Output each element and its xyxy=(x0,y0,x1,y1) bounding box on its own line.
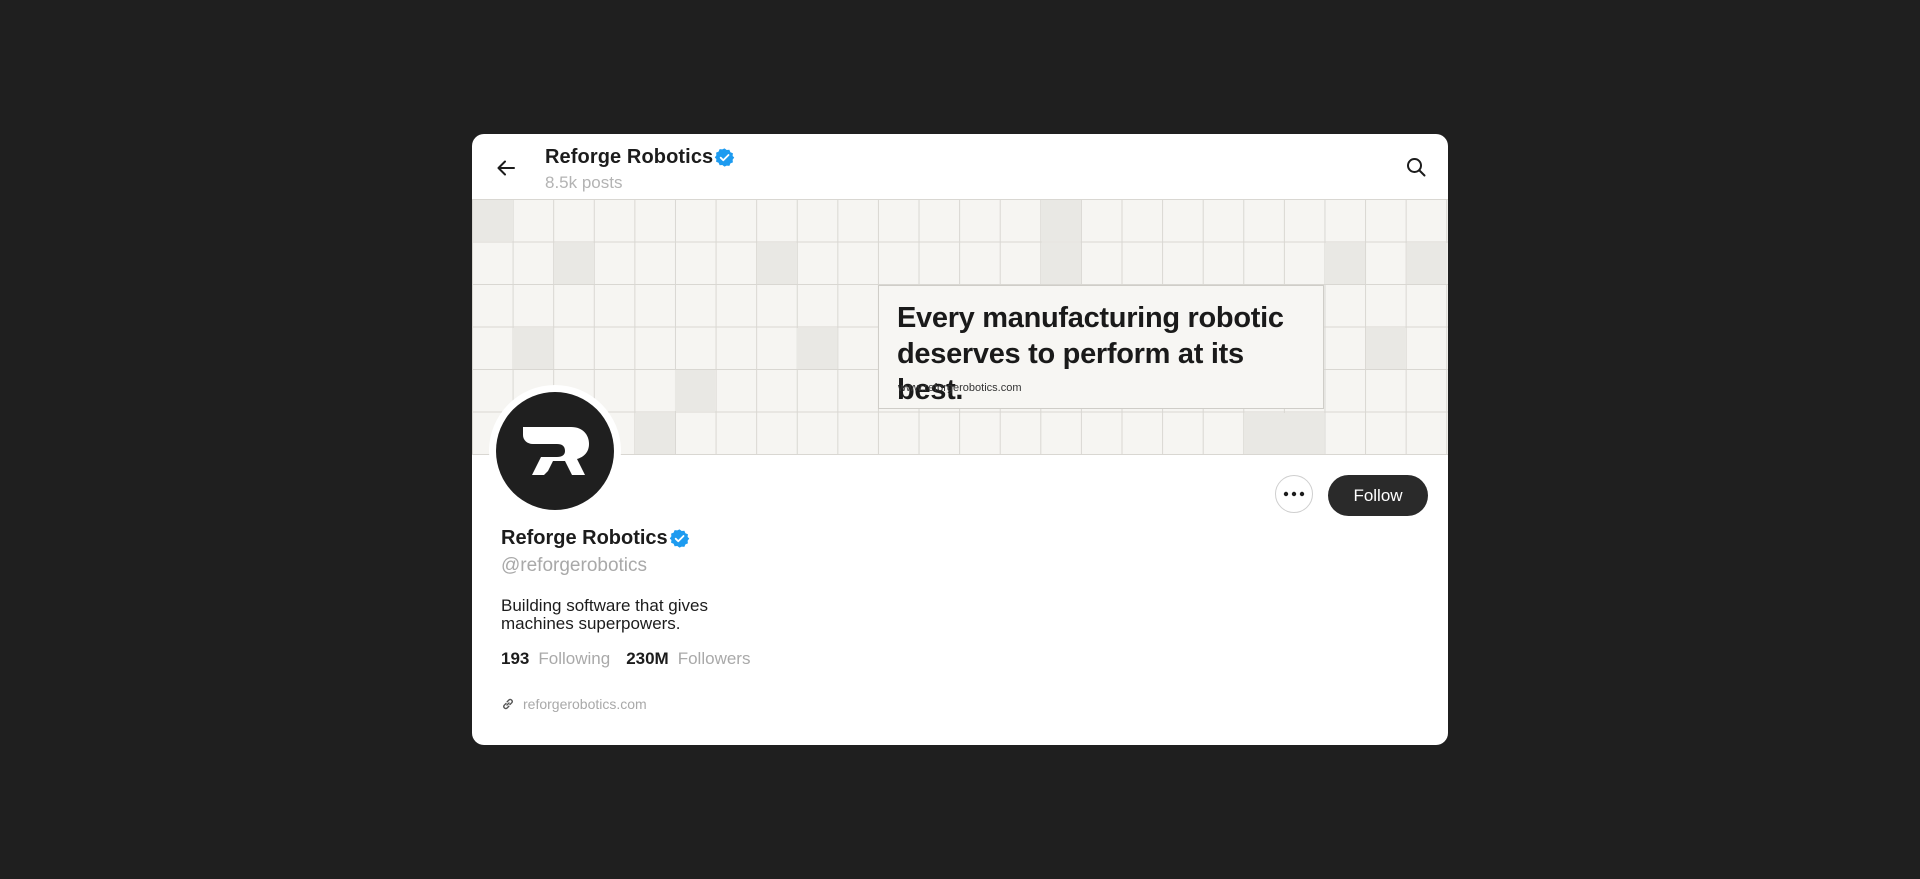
profile-bio: Building software that gives machines su… xyxy=(501,596,708,633)
following-label[interactable]: Following xyxy=(538,649,610,669)
avatar[interactable] xyxy=(496,392,614,510)
search-icon xyxy=(1407,158,1426,177)
more-horizontal-icon xyxy=(1283,491,1305,497)
reforge-logo-icon xyxy=(523,427,589,475)
followers-label[interactable]: Followers xyxy=(678,649,751,669)
profile-website: reforgerobotics.com xyxy=(501,696,647,712)
profile-card: Reforge Robotics 8.5k posts Every manufa… xyxy=(472,134,1448,745)
back-button[interactable] xyxy=(490,152,522,184)
post-count: 8.5k posts xyxy=(545,173,623,192)
more-options-button[interactable] xyxy=(1275,475,1313,513)
page-title: Reforge Robotics xyxy=(545,146,714,168)
banner-url: www.reforgerobotics.com xyxy=(898,382,1022,394)
avatar-ring xyxy=(489,385,621,517)
follow-button[interactable]: Follow xyxy=(1328,475,1428,516)
profile-handle: @reforgerobotics xyxy=(501,555,648,576)
followers-count[interactable]: 230M xyxy=(626,649,669,669)
verified-badge-icon xyxy=(715,148,735,167)
profile-stats: 193 Following 230M Followers xyxy=(501,649,766,669)
following-count[interactable]: 193 xyxy=(501,649,529,669)
verified-badge-icon xyxy=(669,529,689,548)
profile-banner: Every manufacturing robotic deserves to … xyxy=(472,199,1448,455)
search-button[interactable] xyxy=(1400,151,1432,183)
header-title-row: Reforge Robotics xyxy=(545,146,735,169)
website-link[interactable]: reforgerobotics.com xyxy=(523,696,647,712)
profile-name-row: Reforge Robotics xyxy=(501,527,690,550)
display-name: Reforge Robotics xyxy=(501,527,668,549)
top-bar: Reforge Robotics 8.5k posts xyxy=(472,134,1448,199)
arrow-left-icon xyxy=(497,160,515,176)
banner-promo-box: Every manufacturing robotic deserves to … xyxy=(878,285,1324,409)
link-icon xyxy=(503,698,513,710)
